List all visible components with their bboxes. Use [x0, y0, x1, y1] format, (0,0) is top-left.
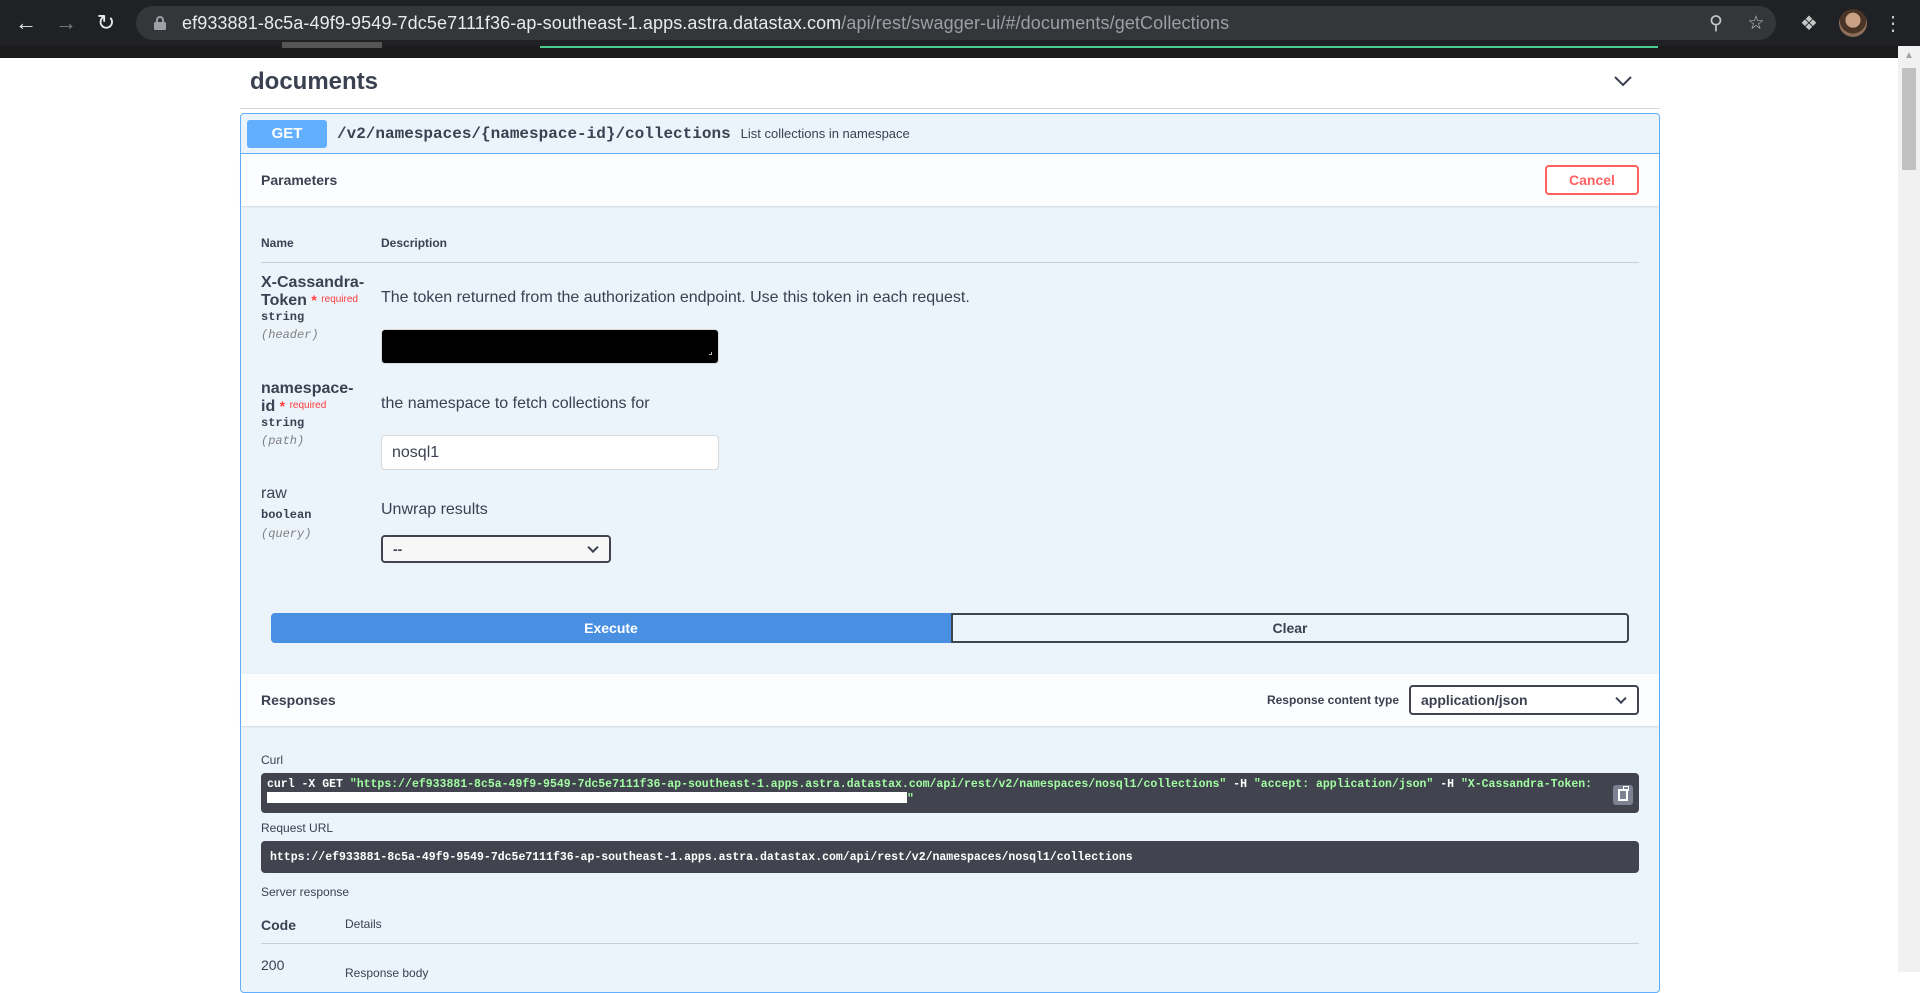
param-type: string: [261, 416, 305, 430]
back-arrow-icon[interactable]: ←: [6, 3, 46, 43]
scroll-up-arrow-icon[interactable]: ▲: [1898, 46, 1920, 64]
curl-prefix: curl -X GET: [267, 778, 350, 791]
param-name-line: X-Cassandra-: [261, 274, 365, 291]
response-table-divider: [261, 943, 1639, 944]
operation-path: /v2/namespaces/{namespace-id}/collection…: [337, 124, 731, 143]
param-location: (path): [261, 434, 305, 448]
param-name-token: X-Cassandra- Token * required: [261, 274, 371, 309]
param-location: (header): [261, 328, 319, 342]
tag-title[interactable]: documents: [250, 68, 378, 96]
param-description: the namespace to fetch collections for: [381, 395, 650, 412]
request-url-label: Request URL: [261, 821, 334, 835]
param-type: string: [261, 310, 305, 324]
browser-toolbar: ← → ↻ ef933881-8c5a-49f9-9549-7dc5e7111f…: [0, 0, 1920, 46]
param-location: (query): [261, 527, 312, 541]
scrollbar-thumb[interactable]: [1902, 68, 1916, 170]
lock-icon: [154, 16, 166, 30]
table-header-divider: [261, 262, 1639, 263]
page-header-strip: [0, 42, 1898, 58]
header-remnant: [282, 42, 382, 48]
namespace-id-input[interactable]: nosql1: [381, 435, 719, 470]
param-type: boolean: [261, 508, 312, 522]
request-url[interactable]: https://ef933881-8c5a-49f9-9549-7dc5e711…: [261, 841, 1639, 873]
operation-description: List collections in namespace: [740, 126, 910, 141]
response-content-type-select[interactable]: application/json: [1409, 685, 1639, 715]
curl-url: "https://ef933881-8c5a-49f9-9549-7dc5e71…: [349, 778, 1227, 791]
bookmark-star-icon[interactable]: ☆: [1736, 6, 1776, 40]
copy-to-clipboard-icon[interactable]: [1613, 785, 1633, 805]
zoom-icon[interactable]: ⚲: [1696, 6, 1736, 40]
url-text[interactable]: ef933881-8c5a-49f9-9549-7dc5e7111f36-ap-…: [182, 13, 1229, 34]
forward-arrow-icon[interactable]: →: [46, 3, 86, 43]
tag-divider: [240, 108, 1660, 109]
chevron-down-icon: [587, 541, 599, 554]
curl-command[interactable]: curl -X GET "https://ef933881-8c5a-49f9-…: [261, 773, 1639, 813]
column-name-header: Name: [261, 236, 294, 250]
collapse-chevron-icon[interactable]: [1612, 70, 1634, 92]
clear-button[interactable]: Clear: [951, 613, 1629, 643]
execute-wrapper: Execute Clear: [271, 613, 1629, 643]
required-label: required: [321, 294, 358, 305]
code-column-header: Code: [261, 917, 296, 933]
token-input[interactable]: [381, 329, 719, 364]
param-name-line: id: [261, 398, 276, 415]
parameters-header: Parameters Cancel: [241, 154, 1659, 206]
column-description-header: Description: [381, 236, 448, 250]
curl-token-header: "X-Cassandra-Token:: [1460, 778, 1593, 791]
raw-select[interactable]: --: [381, 535, 611, 563]
required-star: *: [279, 398, 286, 414]
page-scrollbar[interactable]: ▲: [1898, 46, 1920, 972]
curl-label: Curl: [261, 753, 284, 767]
response-body-label: Response body: [345, 966, 429, 980]
menu-kebab-icon[interactable]: ⋮: [1880, 10, 1906, 36]
content-type-value: application/json: [1421, 692, 1528, 708]
raw-select-value: --: [393, 541, 403, 557]
response-content-type-label: Response content type: [1266, 693, 1399, 707]
curl-flag: -H: [1433, 778, 1461, 791]
url-path: /api/rest/swagger-ui/#/documents/getColl…: [841, 12, 1230, 33]
responses-title: Responses: [261, 692, 336, 708]
operation-block: GET /v2/namespaces/{namespace-id}/collec…: [240, 113, 1660, 993]
parameters-title: Parameters: [261, 172, 338, 188]
operation-summary[interactable]: GET /v2/namespaces/{namespace-id}/collec…: [241, 114, 1659, 154]
extensions-puzzle-icon[interactable]: ❖: [1796, 10, 1822, 36]
profile-avatar[interactable]: [1839, 9, 1867, 37]
param-name-line: namespace-: [261, 380, 354, 397]
server-response-label: Server response: [261, 885, 350, 899]
param-name-namespace: namespace- id * required: [261, 380, 371, 415]
resize-handle[interactable]: [709, 352, 712, 355]
method-badge: GET: [247, 119, 327, 148]
redacted-token: [267, 792, 907, 803]
header-accent-line: [540, 46, 1658, 48]
execute-button[interactable]: Execute: [271, 613, 951, 643]
url-host: ef933881-8c5a-49f9-9549-7dc5e7111f36-ap-…: [182, 12, 842, 33]
curl-accept-header: "accept: application/json": [1253, 778, 1434, 791]
details-column-header: Details: [345, 917, 382, 931]
reload-icon[interactable]: ↻: [86, 3, 126, 43]
param-description: Unwrap results: [381, 501, 488, 518]
address-bar[interactable]: ef933881-8c5a-49f9-9549-7dc5e7111f36-ap-…: [136, 6, 1776, 40]
param-name-raw: raw: [261, 485, 287, 502]
response-code: 200: [261, 957, 285, 973]
responses-header: Responses Response content type applicat…: [241, 674, 1659, 726]
cancel-button[interactable]: Cancel: [1545, 165, 1639, 195]
curl-flag: -H: [1226, 778, 1254, 791]
required-label: required: [289, 400, 327, 411]
param-name-line: Token: [261, 292, 307, 309]
required-star: *: [311, 292, 317, 308]
curl-tail: ": [907, 793, 914, 806]
param-description: The token returned from the authorizatio…: [381, 289, 970, 306]
chevron-down-icon: [1615, 692, 1627, 705]
